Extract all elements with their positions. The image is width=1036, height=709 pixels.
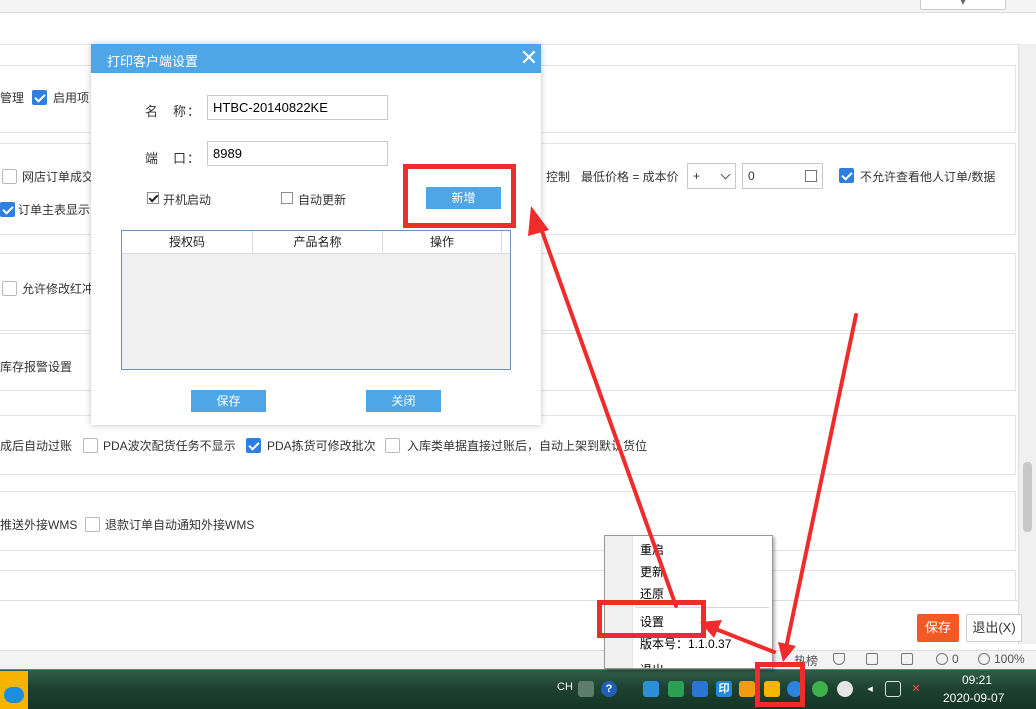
zoom-icon [978,653,990,665]
row1-label-a: 管理 [0,91,25,105]
no-view-others-label: 不允许查看他人订单/数据 [860,170,996,184]
autoupdate-label: 自动更新 [298,193,347,207]
grid-col-action[interactable]: 操作 [383,231,502,254]
browser-icon[interactable] [643,681,659,697]
top-bar-button[interactable]: ▾ [920,0,1006,10]
pda-wave-checkbox[interactable] [83,438,98,453]
grid-header: 授权码 产品名称 操作 [122,231,510,254]
highlight-tray-icon [755,662,805,707]
shop-order-checkbox[interactable] [2,169,17,184]
shop-order-label: 网店订单成交 [22,170,95,184]
stock-alert-label: 库存报警设置 [0,360,73,374]
name-field[interactable]: HTBC-20140822KE [207,95,388,120]
dialog-title-bar: 打印客户端设置 ✕ [91,44,541,73]
dialog-save-button[interactable]: 保存 [191,390,266,412]
clock-date[interactable]: 2020-09-07 [943,691,1004,705]
shop-icon[interactable] [739,681,755,697]
bottom-action-bar [0,600,1018,650]
enable-item-label: 启用项 [53,91,90,105]
operator-select[interactable]: + [687,163,736,189]
chevron-down-icon [720,169,731,180]
menu-item-update[interactable]: 更新 [640,563,664,580]
dialog-title: 打印客户端设置 [107,54,199,69]
autoupdate-checkbox[interactable] [281,192,293,204]
shield-icon[interactable] [833,652,849,666]
grid-col-product[interactable]: 产品名称 [253,231,383,254]
calculator-icon [805,170,817,182]
speaker-icon[interactable] [866,652,882,666]
auto-post-label: 成后自动过账 [0,439,73,453]
allow-modify-checkbox[interactable] [2,281,17,296]
zoom-level: 100% [994,652,1025,666]
inbound-auto-label: 入库类单据直接过账后，自动上架到默认货位 [407,439,648,453]
price-number-value: 0 [748,169,755,183]
adblock-indicator[interactable]: 0 [936,652,959,666]
download-icon[interactable] [901,652,917,666]
refund-wms-label: 退款订单自动通知外接WMS [105,518,255,532]
inbound-auto-checkbox[interactable] [385,438,400,453]
refund-wms-checkbox[interactable] [85,517,100,532]
drive-icon[interactable] [668,681,684,697]
push-wms-label: 推送外接WMS [0,518,78,532]
print-client-settings-dialog: 打印客户端设置 ✕ 名 称： HTBC-20140822KE 端 口： 8989… [91,44,541,425]
port-field[interactable]: 8989 [207,141,388,166]
enable-item-checkbox[interactable] [32,90,47,105]
allow-modify-label: 允许修改红冲 [22,282,95,296]
security-icon[interactable] [692,681,708,697]
keyboard-icon[interactable] [578,681,594,697]
action-center-icon[interactable]: ✕ [908,681,924,697]
highlight-add-button [403,164,516,228]
operator-value: + [693,169,701,183]
name-label: 名 称： [145,104,202,119]
autostart-checkbox[interactable] [147,192,159,204]
volume-icon[interactable]: ◂ [862,681,878,697]
port-label: 端 口： [145,151,202,166]
min-price-label: 最低价格 = 成本价 [581,170,679,184]
windows-taskbar [0,669,1036,709]
save-button[interactable]: 保存 [917,614,959,642]
clock-time[interactable]: 09:21 [962,673,992,687]
highlight-settings-item [597,600,706,638]
pda-pick-label: PDA拣货可修改批次 [267,439,376,453]
price-number-input[interactable]: 0 [742,163,823,189]
exit-button[interactable]: 退出(X) [966,614,1022,642]
menu-item-exit[interactable]: 退出 [640,661,664,668]
pda-wave-label: PDA波次配货任务不显示 [103,439,236,453]
top-bar: ▾ [0,0,1036,13]
pda-pick-checkbox[interactable] [246,438,261,453]
network-icon[interactable] [885,681,901,697]
license-grid: 授权码 产品名称 操作 [121,230,511,370]
order-main-label: 订单主表显示 [18,203,91,217]
wechat-icon[interactable] [812,681,828,697]
language-indicator[interactable]: CH [557,681,573,693]
vertical-scrollbar[interactable] [1018,44,1036,644]
help-icon[interactable]: ? [601,681,617,697]
grid-col-license[interactable]: 授权码 [122,231,253,254]
adblock-icon [936,653,948,665]
close-icon[interactable]: ✕ [518,46,540,70]
no-view-others-checkbox[interactable] [839,168,854,183]
print-service-icon[interactable]: 印 [716,681,732,697]
zoom-indicator[interactable]: 100% [978,652,1025,666]
settings-panel [0,570,1016,601]
order-main-checkbox[interactable] [0,202,15,217]
scroll-thumb[interactable] [1023,462,1032,532]
qq-icon[interactable] [837,681,853,697]
autostart-label: 开机启动 [163,193,212,207]
cloud-icon[interactable] [4,687,24,703]
adblock-count: 0 [952,652,959,666]
menu-item-restart[interactable]: 重启 [640,541,664,558]
dialog-close-button[interactable]: 关闭 [366,390,441,412]
control-label: 控制 [546,170,571,184]
